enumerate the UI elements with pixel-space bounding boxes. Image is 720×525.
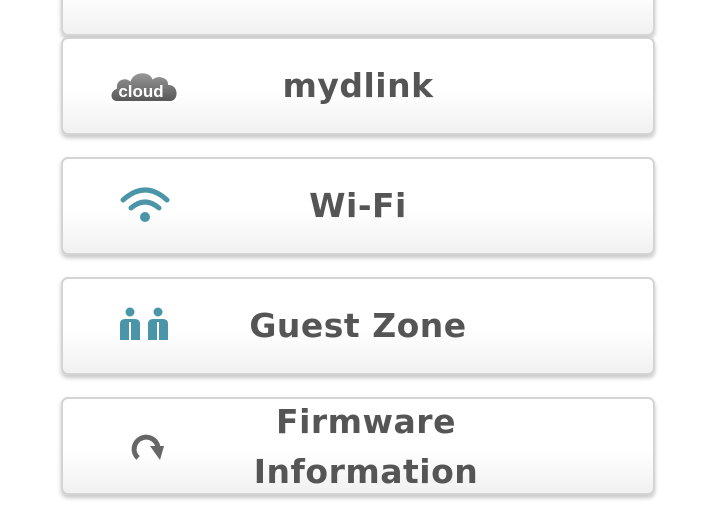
guest-users-icon	[107, 304, 183, 348]
menu-item-guest-zone[interactable]: Guest Zone	[61, 277, 655, 375]
menu-item-label: Firmware Information	[253, 402, 479, 491]
menu-item-wifi[interactable]: Wi-Fi	[61, 157, 655, 255]
menu-item-label: Guest Zone	[249, 306, 467, 345]
svg-text:cloud: cloud	[118, 82, 163, 101]
menu-item-label: mydlink	[282, 66, 434, 105]
wifi-icon	[107, 184, 183, 228]
menu-item-firmware-information[interactable]: Firmware Information	[61, 397, 655, 495]
firmware-update-icon	[107, 424, 183, 468]
menu-item-label: Wi-Fi	[309, 186, 407, 225]
menu-item-previous[interactable]	[61, 0, 655, 36]
mydlink-cloud-icon: cloud	[107, 64, 183, 108]
menu-item-mydlink[interactable]: cloud mydlink	[61, 37, 655, 135]
